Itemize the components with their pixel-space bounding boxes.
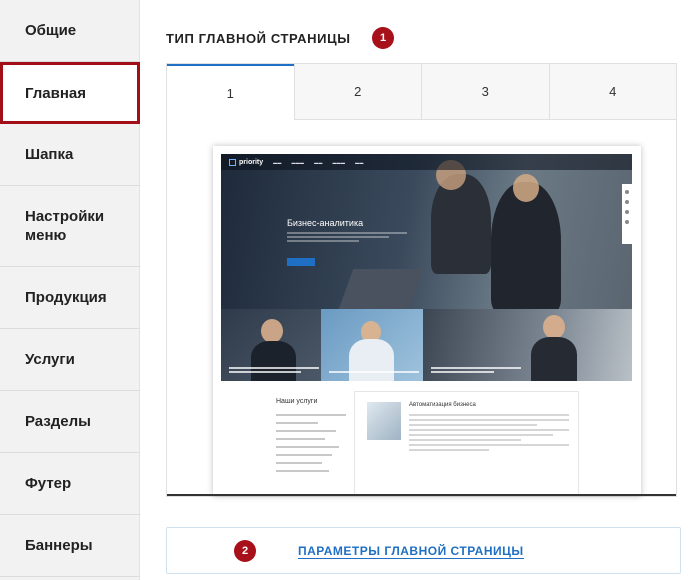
sidebar-item-menu-settings[interactable]: Настройки меню [0, 186, 140, 267]
page-type-tabs: 1 2 3 4 priority ▬▬ ▬▬▬ ▬▬ ▬▬▬ ▬▬ Бизнес… [166, 63, 677, 558]
sidebar-item-label: Шапка [25, 146, 74, 163]
preview-card [321, 309, 423, 381]
preview-laptop-shape [338, 269, 424, 309]
sidebar-item-label: Настройки меню [25, 208, 105, 244]
sidebar-item-sections[interactable]: Разделы [0, 391, 140, 453]
preview-service-card-title: Автоматизация бизнеса [409, 402, 476, 408]
settings-page: Общие Главная Шапка Настройки меню Проду… [0, 0, 694, 580]
section-title: ТИП ГЛАВНОЙ СТРАНИЦЫ [166, 31, 351, 46]
sidebar-item-label: Главная [25, 84, 87, 102]
sidebar-item-services[interactable]: Услуги [0, 329, 140, 391]
step-badge-2: 2 [234, 540, 256, 562]
preview-service-card: Автоматизация бизнеса [354, 391, 579, 496]
preview-card [221, 309, 321, 381]
tab-type-3[interactable]: 3 [421, 64, 549, 120]
sidebar-item-general[interactable]: Общие [0, 0, 140, 62]
preview-services-section: Наши услуги Автоматизация бизнеса [221, 381, 632, 496]
preview-side-toolbar [622, 184, 632, 244]
preview-hero-title: Бизнес-аналитика [287, 218, 364, 228]
sidebar-item-label: Услуги [25, 351, 75, 368]
preview-nav-bar: priority ▬▬ ▬▬▬ ▬▬ ▬▬▬ ▬▬ [221, 154, 632, 170]
step-badge-1: 1 [372, 27, 394, 49]
sidebar-item-banners[interactable]: Баннеры [0, 515, 140, 577]
sidebar-item-label: Футер [25, 475, 72, 492]
sidebar-item-label: Общие [25, 22, 77, 39]
tab-type-4[interactable]: 4 [548, 64, 676, 120]
sidebar: Общие Главная Шапка Настройки меню Проду… [0, 0, 140, 580]
preview-cards [221, 309, 632, 381]
homepage-params-panel[interactable]: 2 ПАРАМЕТРЫ ГЛАВНОЙ СТРАНИЦЫ [166, 527, 681, 574]
tab-type-1[interactable]: 1 [167, 64, 294, 120]
preview-services-title: Наши услуги [276, 398, 318, 405]
tabs-bottom-border [167, 494, 676, 496]
main-panel: ТИП ГЛАВНОЙ СТРАНИЦЫ 1 1 2 3 4 priority [141, 0, 694, 580]
sidebar-item-header[interactable]: Шапка [0, 124, 140, 186]
sidebar-item-main[interactable]: Главная [0, 62, 140, 124]
preview-hero: priority ▬▬ ▬▬▬ ▬▬ ▬▬▬ ▬▬ Бизнес-аналити… [221, 154, 632, 309]
preview-card [423, 309, 632, 381]
preview-face-shape [513, 174, 539, 202]
homepage-preview-image: priority ▬▬ ▬▬▬ ▬▬ ▬▬▬ ▬▬ Бизнес-аналити… [213, 146, 641, 496]
sidebar-item-footer[interactable]: Футер [0, 453, 140, 515]
homepage-params-link[interactable]: ПАРАМЕТРЫ ГЛАВНОЙ СТРАНИЦЫ [298, 544, 524, 559]
tab-bar: 1 2 3 4 [167, 64, 676, 120]
preview-hero-button [287, 258, 315, 266]
sidebar-item-label: Продукция [25, 289, 107, 306]
tab-type-2[interactable]: 2 [293, 64, 421, 120]
preview-person-shape [431, 174, 491, 274]
preview-hero-text [287, 232, 407, 246]
preview-logo: priority [229, 158, 263, 166]
sidebar-item-products[interactable]: Продукция [0, 267, 140, 329]
sidebar-item-label: Баннеры [25, 537, 93, 554]
sidebar-item-label: Разделы [25, 413, 91, 430]
